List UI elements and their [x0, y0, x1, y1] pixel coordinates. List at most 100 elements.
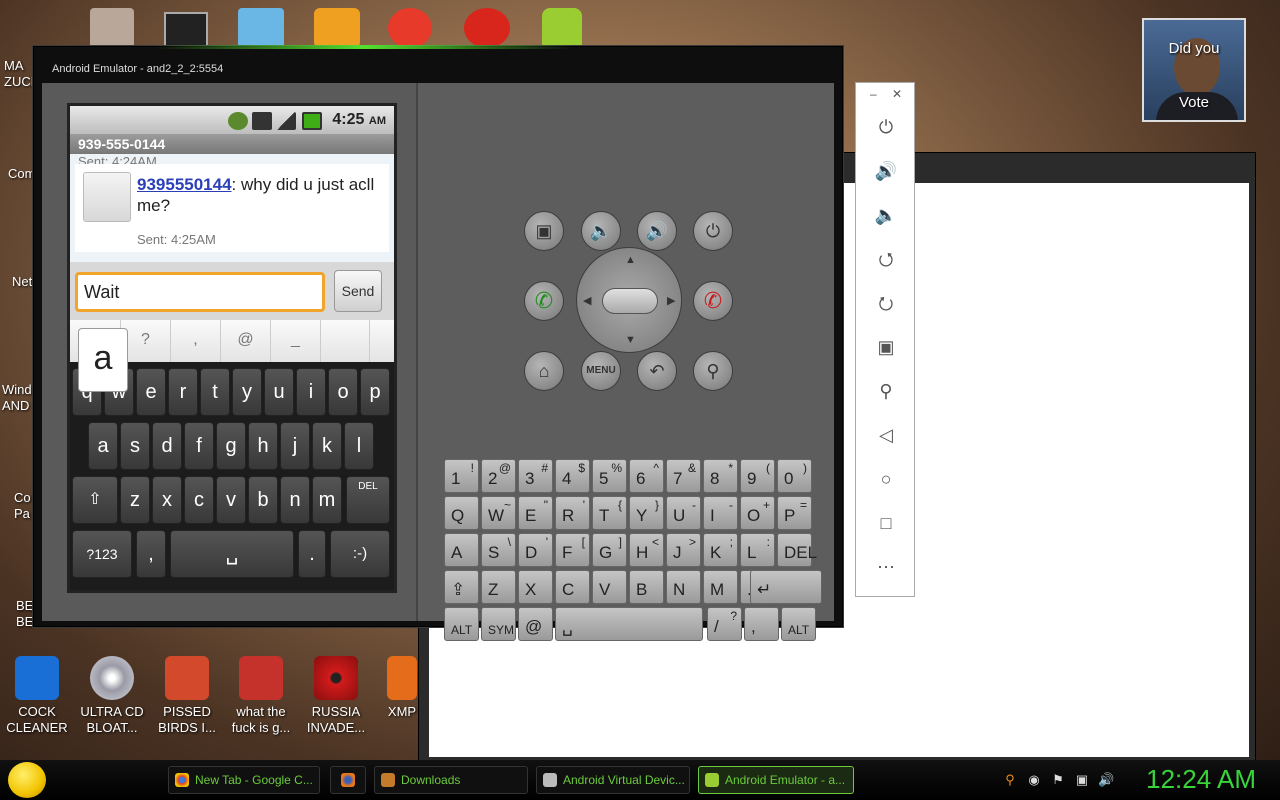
volume-down-icon[interactable]: 🔈 [870, 199, 902, 231]
hw-comma-key[interactable]: , [744, 607, 779, 641]
home-icon[interactable]: ○ [870, 463, 902, 495]
taskbar-item-chrome[interactable]: New Tab - Google C... [168, 766, 320, 794]
volume-up-button[interactable]: 🔊 [637, 211, 677, 251]
camera-button[interactable]: ▣ [524, 211, 564, 251]
menu-button[interactable]: MENU [581, 351, 621, 391]
soft-key-r[interactable]: r [168, 368, 198, 416]
desktop-icon-xmp[interactable]: XMP [376, 656, 428, 720]
soft-key-b[interactable]: b [248, 476, 278, 524]
desktop-icon-birds[interactable]: PISSED BIRDS I... [152, 656, 222, 736]
hw-key-v[interactable]: V [592, 570, 627, 604]
symbols-key[interactable]: ?123 [72, 530, 132, 578]
hw-key-l[interactable]: L: [740, 533, 775, 567]
soft-key-h[interactable]: h [248, 422, 278, 470]
hw-key-del[interactable]: DEL [777, 533, 817, 567]
volume-tray-icon[interactable]: 🔊 [1098, 772, 1114, 788]
soft-key-m[interactable]: m [312, 476, 342, 524]
soft-key-t[interactable]: t [200, 368, 230, 416]
soft-key-l[interactable]: l [344, 422, 374, 470]
desktop-icon[interactable] [90, 8, 134, 48]
sender-link[interactable]: 9395550144 [137, 175, 232, 194]
dpad-center-button[interactable] [602, 288, 658, 314]
hw-key-k[interactable]: K; [703, 533, 738, 567]
soft-key-a[interactable]: a [88, 422, 118, 470]
space-key[interactable]: ␣ [170, 530, 294, 578]
minimize-icon[interactable]: – [870, 87, 877, 101]
device-screen[interactable]: 4:25 AM 939-555-0144 Sent: 4:24AM 939555… [67, 103, 397, 593]
hw-key-e[interactable]: E " [518, 496, 553, 530]
soft-key-s[interactable]: s [120, 422, 150, 470]
call-button[interactable]: ✆ [524, 281, 564, 321]
message-list[interactable]: Sent: 4:24AM 9395550144: why did u just … [70, 154, 394, 262]
camera-icon[interactable]: ▣ [870, 331, 902, 363]
soft-key-f[interactable]: f [184, 422, 214, 470]
back-button[interactable]: ↶ [637, 351, 677, 391]
desktop-icon-russia[interactable]: RUSSIA INVADE... [301, 656, 371, 736]
delete-key[interactable]: DEL [346, 476, 390, 524]
rotate-right-icon[interactable]: ⭮ [870, 287, 902, 319]
hw-key-4[interactable]: 4 $ [555, 459, 590, 493]
monitor-tray-icon[interactable]: ▣ [1074, 772, 1090, 788]
hw-key-6[interactable]: 6 ^ [629, 459, 664, 493]
hw-key-g[interactable]: G] [592, 533, 627, 567]
suggestion-item[interactable]: @ [220, 320, 270, 362]
desktop-icon[interactable] [464, 8, 510, 48]
taskbar-item-emulator[interactable]: Android Emulator - a... [698, 766, 854, 794]
volume-up-icon[interactable]: 🔊 [870, 155, 902, 187]
soft-key-i[interactable]: i [296, 368, 326, 416]
hw-key-u[interactable]: U- [666, 496, 701, 530]
hw-key-8[interactable]: 8 * [703, 459, 738, 493]
hw-key-1[interactable]: 1! [444, 459, 479, 493]
more-icon[interactable]: ⋯ [870, 551, 902, 583]
hw-key-h[interactable]: H < [629, 533, 664, 567]
soft-key-o[interactable]: o [328, 368, 358, 416]
overview-icon[interactable]: □ [870, 507, 902, 539]
soft-key-y[interactable]: y [232, 368, 262, 416]
hw-key-b[interactable]: B [629, 570, 664, 604]
contact-avatar-icon[interactable] [83, 172, 131, 222]
send-button[interactable]: Send [334, 270, 382, 312]
hw-space-key[interactable]: ␣ [555, 607, 703, 641]
hw-key-5[interactable]: 5% [592, 459, 627, 493]
suggestion-item[interactable] [320, 320, 370, 362]
smiley-key[interactable]: :-) [330, 530, 390, 578]
hw-key-q[interactable]: Q [444, 496, 479, 530]
hw-key-s[interactable]: S \ [481, 533, 516, 567]
soft-key-e[interactable]: e [136, 368, 166, 416]
hw-sym-key[interactable]: SYM [481, 607, 516, 641]
soft-key-x[interactable]: x [152, 476, 182, 524]
hw-key-r[interactable]: R ' [555, 496, 590, 530]
message-item[interactable]: 9395550144: why did u just acll me? Sent… [75, 164, 389, 252]
hw-enter-key[interactable]: ↵ [750, 570, 822, 604]
hw-key-d[interactable]: D ' [518, 533, 553, 567]
hw-key-j[interactable]: J > [666, 533, 701, 567]
start-button[interactable] [8, 762, 46, 798]
hw-key-a[interactable]: A [444, 533, 479, 567]
period-key[interactable]: . [298, 530, 326, 578]
taskbar-clock[interactable]: 12:24 AM [1146, 764, 1256, 795]
desktop-gadget-photo[interactable]: Did you Vote [1142, 18, 1246, 122]
taskbar-item-firefox[interactable] [330, 766, 366, 794]
flag-tray-icon[interactable]: ⚑ [1050, 772, 1066, 788]
taskbar-item-avd[interactable]: Android Virtual Devic... [536, 766, 690, 794]
soft-key-d[interactable]: d [152, 422, 182, 470]
hw-key-x[interactable]: X [518, 570, 553, 604]
emulator-window[interactable]: Android Emulator - and2_2_2:5554 4:25 AM… [33, 45, 843, 641]
soft-key-u[interactable]: u [264, 368, 294, 416]
hw-key-i[interactable]: I- [703, 496, 738, 530]
soft-key-c[interactable]: c [184, 476, 214, 524]
soft-key-k[interactable]: k [312, 422, 342, 470]
dpad-down-icon[interactable]: ▼ [625, 334, 636, 346]
soft-key-g[interactable]: g [216, 422, 246, 470]
hw-slash-key[interactable]: /? [707, 607, 742, 641]
hw-key-p[interactable]: P = [777, 496, 812, 530]
desktop-icon-cleaner[interactable]: COCK CLEANER [2, 656, 72, 736]
desktop-icon-space[interactable]: what the fuck is g... [226, 656, 296, 736]
hw-key-t[interactable]: T{ [592, 496, 627, 530]
soft-key-j[interactable]: j [280, 422, 310, 470]
dpad-right-icon[interactable]: ▶ [667, 294, 675, 307]
rotate-left-icon[interactable]: ⭯ [870, 243, 902, 275]
power-icon[interactable]: ⏻ [870, 111, 902, 143]
hw-key-9[interactable]: 9( [740, 459, 775, 493]
close-icon[interactable]: ✕ [892, 87, 902, 101]
